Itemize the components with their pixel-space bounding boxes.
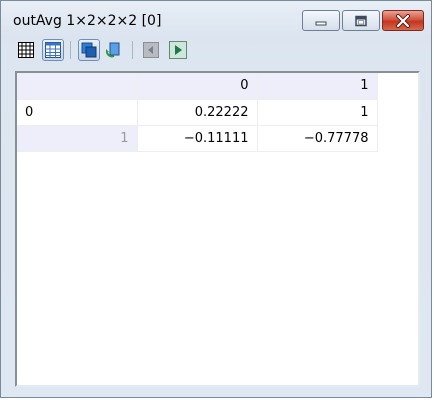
toolbar-separator — [70, 41, 71, 59]
table-cell[interactable]: −0.77778 — [257, 125, 378, 152]
grid-view-button[interactable] — [15, 39, 37, 61]
corner-cell — [17, 73, 138, 100]
table-cell[interactable]: 0.22222 — [137, 99, 258, 126]
data-grid[interactable]: 0 1 0 0.22222 1 1 −0.11111 −0.77778 — [15, 71, 420, 387]
header-row: 0 1 — [17, 73, 378, 100]
close-button[interactable] — [382, 10, 424, 31]
play-button[interactable] — [167, 39, 189, 61]
grid-view-icon — [18, 42, 34, 58]
column-header[interactable]: 1 — [257, 73, 378, 100]
close-icon — [396, 13, 410, 28]
toolbar-separator — [132, 41, 133, 59]
previous-button[interactable] — [140, 39, 162, 61]
window-title: outAvg 1×2×2×2 [0] — [13, 13, 162, 29]
row-header[interactable]: 1 — [17, 125, 138, 152]
maximize-icon — [355, 15, 367, 26]
data-table: 0 1 0 0.22222 1 1 −0.11111 −0.77778 — [17, 73, 378, 152]
maximize-button[interactable] — [342, 10, 380, 31]
copy-button[interactable] — [78, 39, 100, 61]
table-row: 1 −0.11111 −0.77778 — [17, 125, 378, 152]
table-cell[interactable]: −0.11111 — [137, 125, 258, 152]
row-header[interactable]: 0 — [17, 99, 138, 126]
refresh-button[interactable] — [103, 39, 125, 61]
minimize-button[interactable] — [302, 10, 340, 31]
refresh-icon — [106, 42, 120, 58]
previous-icon — [143, 42, 159, 58]
column-header[interactable]: 0 — [137, 73, 258, 100]
title-bar[interactable]: outAvg 1×2×2×2 [0] — [1, 1, 433, 37]
copy-icon — [81, 42, 97, 58]
minimize-icon — [315, 21, 327, 25]
table-view-icon — [45, 42, 61, 58]
table-view-button[interactable] — [42, 39, 64, 61]
output-window: outAvg 1×2×2×2 [0] 0 1 0 0.22222 1 1 −0.… — [0, 0, 432, 398]
toolbar — [15, 39, 415, 63]
play-icon — [169, 41, 187, 59]
table-cell[interactable]: 1 — [257, 99, 378, 126]
table-row: 0 0.22222 1 — [17, 99, 378, 126]
